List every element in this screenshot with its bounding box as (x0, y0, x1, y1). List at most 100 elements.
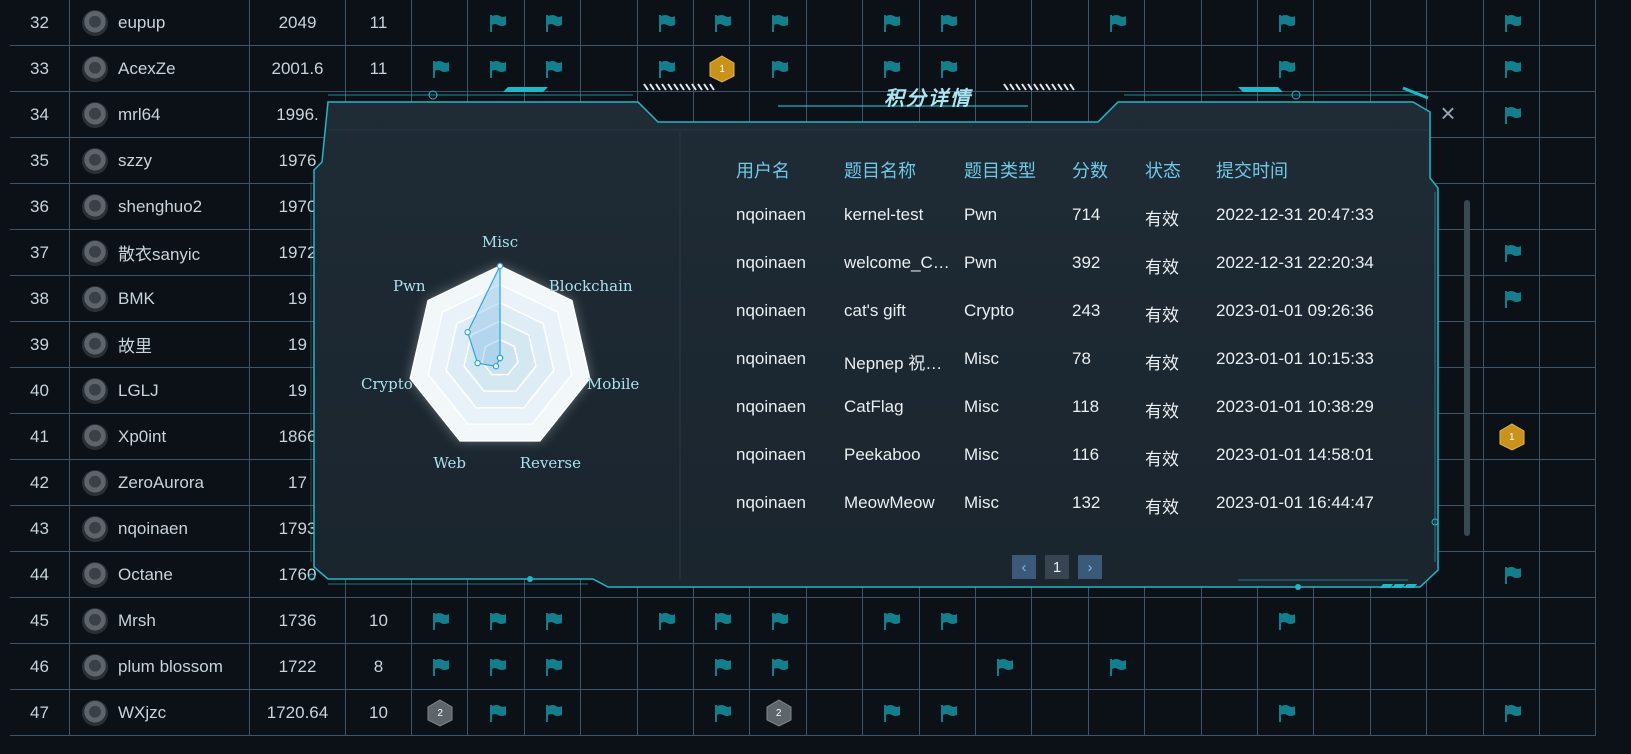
table-row[interactable]: 46 plum blossom 1722 8 (0, 644, 1631, 690)
team-name[interactable]: eupup (118, 13, 165, 33)
cell-type: Pwn (964, 253, 998, 272)
flag-icon (712, 13, 732, 33)
avatar (82, 193, 108, 220)
challenge-cell (1540, 460, 1597, 506)
challenge-cell (1540, 598, 1597, 644)
table-row[interactable]: 32 eupup 2049 11 (0, 0, 1631, 46)
rank-cell: 36 (10, 184, 70, 230)
team-cell: mrl64 (70, 92, 250, 138)
gold-hex-badge-icon: 1 (1499, 423, 1525, 451)
challenge-cell (1370, 0, 1428, 46)
challenge-cell (1370, 644, 1428, 690)
submission-row[interactable]: nqoinaen kernel-test Pwn 714 有效 2022-12-31 20… (736, 205, 1456, 255)
cell-status: 有效 (1145, 210, 1179, 229)
flag-icon (656, 611, 676, 631)
team-name[interactable]: BMK (118, 289, 155, 309)
challenge-cell (1201, 644, 1258, 690)
cell-type: Misc (964, 349, 999, 368)
column-header[interactable]: 题目类型 (964, 157, 1036, 183)
cell-score: 116 (1072, 445, 1100, 464)
close-icon[interactable]: × (1436, 100, 1460, 126)
rank-cell: 34 (10, 92, 70, 138)
team-name[interactable]: Octane (118, 565, 173, 585)
column-header[interactable]: 题目名称 (844, 157, 916, 183)
flag-icon (430, 611, 450, 631)
flag-icon (1276, 13, 1296, 33)
rank-cell: 40 (10, 368, 70, 414)
challenge-cell (1540, 0, 1597, 46)
challenge-cell (1540, 138, 1597, 184)
column-header[interactable]: 分数 (1072, 157, 1108, 183)
flag-icon (1107, 13, 1127, 33)
challenge-cell (1540, 230, 1597, 276)
flag-icon (1276, 703, 1296, 723)
radar-point[interactable] (474, 359, 481, 367)
challenge-cell (1540, 322, 1597, 368)
radar-point[interactable] (492, 363, 500, 370)
page-number-button[interactable]: 1 (1045, 555, 1069, 579)
team-cell: 故里 (70, 322, 250, 368)
cell-time: 2022-12-31 20:47:33 (1216, 205, 1374, 224)
cell-type: Pwn (964, 205, 998, 224)
submission-row[interactable]: nqoinaen Nepnep 祝… Misc 78 有效 2023-01-01 10:1… (736, 349, 1456, 399)
team-name[interactable]: nqoinaen (118, 519, 188, 539)
flag-icon (769, 13, 789, 33)
flag-icon (1276, 611, 1296, 631)
submission-row[interactable]: nqoinaen CatFlag Misc 118 有效 2023-01-01 10:38… (736, 397, 1456, 447)
submission-row[interactable]: nqoinaen MeowMeow Misc 132 有效 2023-01-01 16:4… (736, 493, 1456, 543)
team-name[interactable]: AcexZe (118, 59, 176, 79)
team-name[interactable]: WXjzc (118, 703, 166, 723)
challenge-cell (976, 0, 1033, 46)
team-name[interactable]: szzy (118, 151, 152, 171)
flag-icon (1502, 59, 1522, 79)
radar-point[interactable] (496, 262, 504, 270)
column-header[interactable]: 提交时间 (1216, 157, 1288, 183)
challenge-cell (1540, 690, 1597, 736)
flag-icon (712, 703, 732, 723)
team-name[interactable]: LGLJ (118, 381, 159, 401)
rank-cell: 47 (10, 690, 70, 736)
team-name[interactable]: 故里 (118, 332, 152, 357)
flag-icon (430, 59, 450, 79)
submission-row[interactable]: nqoinaen Peekaboo Misc 116 有效 2023-01-01 14:5… (736, 445, 1456, 495)
cell-user: nqoinaen (736, 493, 806, 512)
rank-cell: 42 (10, 460, 70, 506)
column-header[interactable]: 状态 (1145, 157, 1181, 183)
team-name[interactable]: Xp0int (118, 427, 166, 447)
submission-row[interactable]: nqoinaen welcome_C… Pwn 392 有效 2022-12-31 22:… (736, 253, 1456, 303)
team-name[interactable]: 散衣sanyic (118, 240, 200, 265)
challenge-cell (1483, 598, 1540, 644)
table-row[interactable]: 47 WXjzc 1720.64 10 2 2 (0, 690, 1631, 736)
flag-icon (487, 59, 507, 79)
challenge-cell (581, 690, 638, 736)
column-header[interactable]: 用户名 (736, 157, 790, 183)
challenge-cell (1145, 690, 1202, 736)
table-scrollbar[interactable] (1464, 200, 1470, 536)
challenge-cell (919, 644, 976, 690)
score-cell: 1722 (250, 644, 346, 690)
challenge-cell (1540, 184, 1597, 230)
team-name[interactable]: Mrsh (118, 611, 156, 631)
flag-icon (1502, 13, 1522, 33)
challenge-cell (1483, 460, 1540, 506)
team-name[interactable]: ZeroAurora (118, 473, 204, 493)
cell-score: 714 (1072, 205, 1101, 224)
team-cell: eupup (70, 0, 250, 46)
flag-icon (487, 611, 507, 631)
challenge-cell (1540, 644, 1597, 690)
flag-icon (656, 13, 676, 33)
team-name[interactable]: shenghuo2 (118, 197, 202, 217)
radar-point[interactable] (464, 328, 471, 336)
cell-status: 有效 (1145, 498, 1179, 517)
flag-icon (1502, 243, 1522, 263)
score-cell: 2049 (250, 0, 346, 46)
prev-page-button[interactable]: ‹ (1012, 555, 1036, 579)
team-name[interactable]: mrl64 (118, 105, 161, 125)
next-page-button[interactable]: › (1078, 555, 1102, 579)
radar-point[interactable] (496, 354, 504, 362)
avatar (82, 423, 108, 450)
team-name[interactable]: plum blossom (118, 657, 223, 677)
rank-cell: 37 (10, 230, 70, 276)
submission-row[interactable]: nqoinaen cat's gift Crypto 243 有效 2023-01-01 … (736, 301, 1456, 351)
rank-cell: 35 (10, 138, 70, 184)
